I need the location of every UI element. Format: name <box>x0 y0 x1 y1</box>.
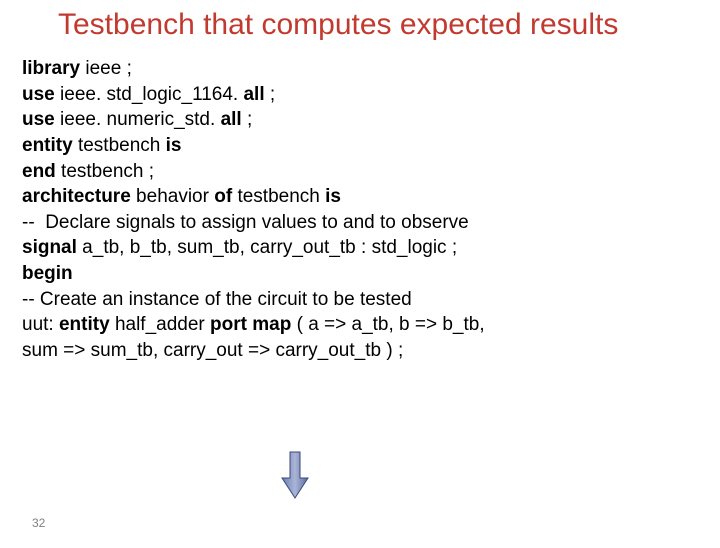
code-line: library ieee ; <box>22 56 720 82</box>
code-line: use ieee. numeric_std. all ; <box>22 107 720 133</box>
code-line: architecture behavior of testbench is <box>22 184 720 210</box>
code-line: signal a_tb, b_tb, sum_tb, carry_out_tb … <box>22 235 720 261</box>
code-line: use ieee. std_logic_1164. all ; <box>22 82 720 108</box>
code-line: -- Declare signals to assign values to a… <box>22 210 720 236</box>
code-line: sum => sum_tb, carry_out => carry_out_tb… <box>22 338 720 364</box>
code-line: -- Create an instance of the circuit to … <box>22 287 720 313</box>
page-number: 32 <box>32 516 45 530</box>
code-line: begin <box>22 261 720 287</box>
code-block: library ieee ; use ieee. std_logic_1164.… <box>22 56 720 364</box>
down-arrow-icon <box>280 450 310 505</box>
code-line: end testbench ; <box>22 159 720 185</box>
code-line: entity testbench is <box>22 133 720 159</box>
page-title: Testbench that computes expected results <box>58 8 720 42</box>
code-line: uut: entity half_adder port map ( a => a… <box>22 312 720 338</box>
